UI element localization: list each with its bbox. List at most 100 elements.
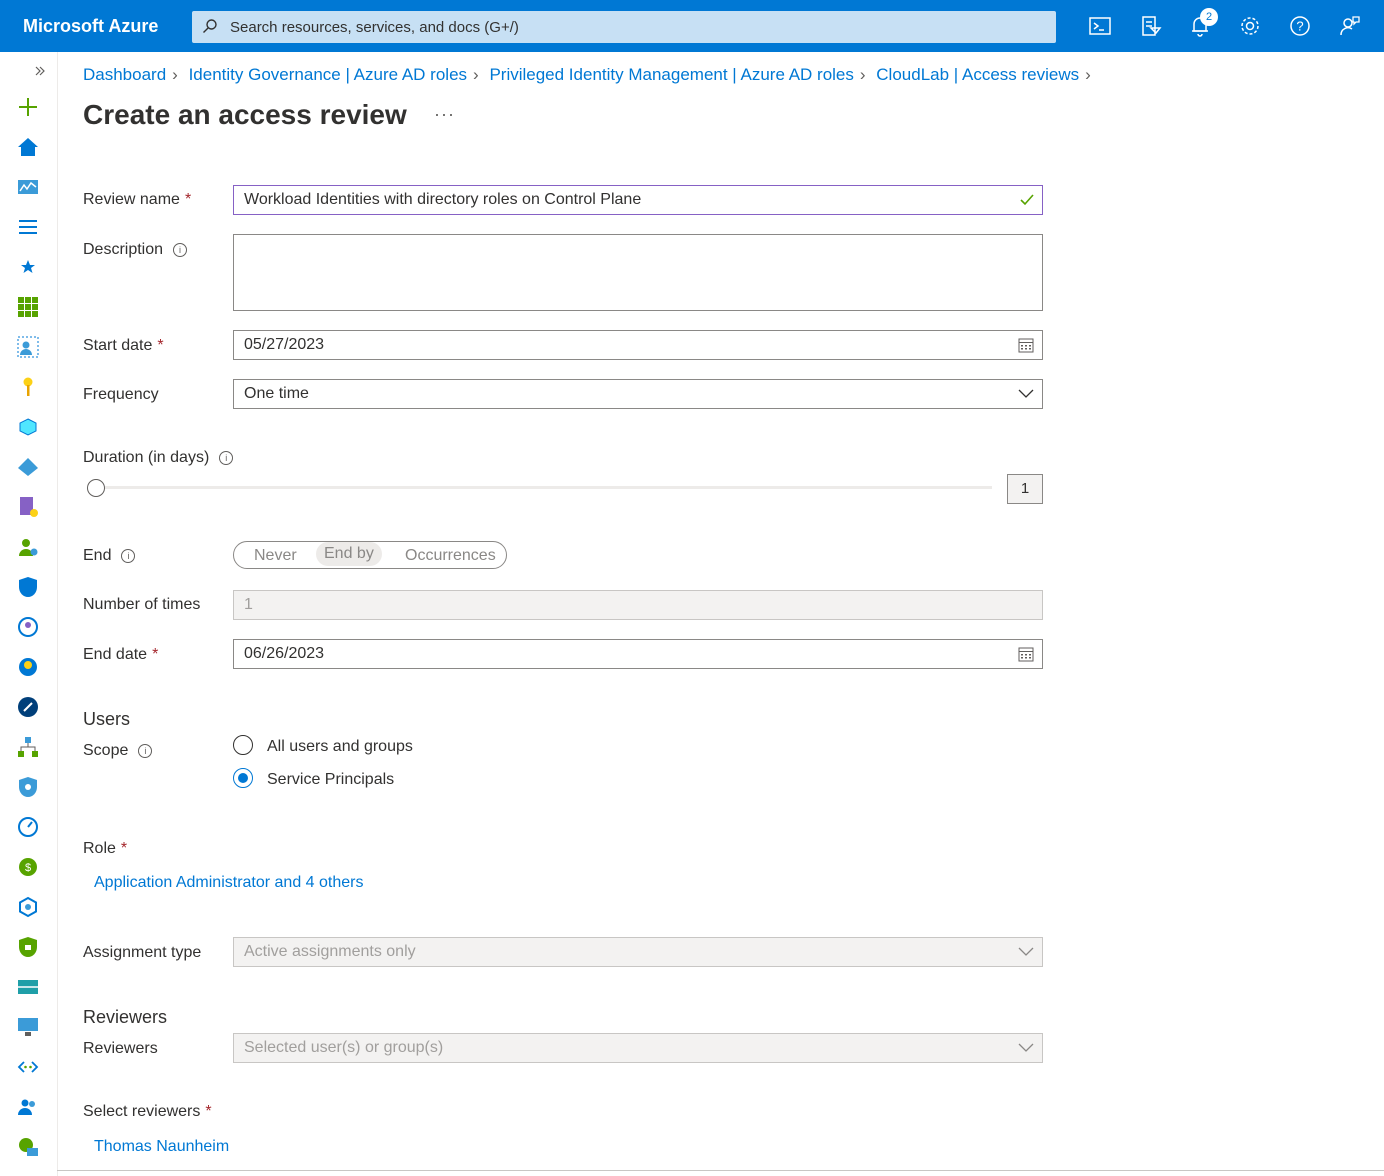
chevron-down-icon	[1018, 1043, 1034, 1052]
breadcrumb: Dashboard › Identity Governance | Azure A…	[83, 65, 1097, 85]
cost-management-icon[interactable]: $	[17, 856, 39, 878]
identity-badge-icon[interactable]	[17, 496, 39, 518]
description-textarea[interactable]	[233, 234, 1043, 311]
checkmark-icon	[1020, 194, 1034, 206]
lightbulb-icon[interactable]	[17, 656, 39, 678]
description-label: Description i	[83, 241, 188, 259]
review-name-label: Review name *	[83, 191, 192, 208]
virtual-machine-icon[interactable]	[17, 1016, 39, 1038]
duration-slider-thumb[interactable]	[87, 479, 105, 497]
key-icon[interactable]	[17, 376, 39, 398]
end-option-never[interactable]: Never	[254, 547, 297, 565]
selected-reviewer-link[interactable]: Thomas Naunheim	[94, 1138, 229, 1156]
end-option-occurrences[interactable]: Occurrences	[405, 547, 496, 565]
storage-icon[interactable]	[17, 976, 39, 998]
info-icon[interactable]: i	[121, 549, 136, 563]
create-resource-icon[interactable]	[17, 96, 39, 118]
calendar-icon[interactable]	[1018, 646, 1034, 662]
notification-badge: 2	[1200, 8, 1218, 26]
search-input[interactable]: Search resources, services, and docs (G+…	[230, 19, 519, 36]
container-icon[interactable]	[17, 416, 39, 438]
search-box[interactable]: Search resources, services, and docs (G+…	[192, 11, 1056, 43]
frequency-label: Frequency	[83, 386, 159, 403]
reviewers-dropdown: Selected user(s) or group(s)	[233, 1033, 1043, 1063]
number-of-times-input: 1	[233, 590, 1043, 620]
start-date-picker[interactable]: 05/27/2023	[233, 330, 1043, 360]
users-directory-icon[interactable]	[17, 336, 39, 358]
assignment-type-label: Assignment type	[83, 944, 202, 961]
top-bar: Microsoft Azure Search resources, servic…	[0, 0, 1384, 52]
end-option-end-by[interactable]: End by	[316, 542, 382, 566]
select-reviewers-label: Select reviewers *	[83, 1103, 212, 1120]
brand-title[interactable]: Microsoft Azure	[23, 16, 158, 37]
info-icon[interactable]: i	[138, 744, 153, 758]
review-name-input[interactable]: Workload Identities with directory roles…	[233, 185, 1043, 215]
all-services-icon[interactable]	[17, 216, 39, 238]
hierarchy-icon[interactable]	[17, 736, 39, 758]
role-label: Role *	[83, 840, 128, 857]
breadcrumb-pim[interactable]: Privileged Identity Management | Azure A…	[489, 65, 853, 84]
end-toggle-group: Never End by Occurrences	[233, 541, 507, 569]
defender-icon[interactable]	[17, 776, 39, 798]
home-icon[interactable]	[17, 136, 39, 158]
aad-diamond-icon[interactable]	[17, 456, 39, 478]
reviewers-label: Reviewers	[83, 1040, 158, 1057]
chevron-down-icon	[1018, 947, 1034, 956]
breadcrumb-access-reviews[interactable]: CloudLab | Access reviews	[876, 65, 1079, 84]
monitor-gauge-icon[interactable]	[17, 816, 39, 838]
reviewers-section-heading: Reviewers	[83, 1007, 168, 1027]
more-options-button[interactable]: ···	[434, 104, 455, 125]
all-resources-icon[interactable]	[17, 296, 39, 318]
dashboard-icon[interactable]	[17, 176, 39, 198]
expand-sidebar-icon[interactable]	[34, 65, 46, 77]
search-icon	[203, 19, 217, 33]
info-icon[interactable]: i	[173, 243, 188, 257]
end-date-label: End date *	[83, 646, 159, 663]
chevron-right-icon: ›	[1085, 65, 1091, 84]
scope-option-all-users-label[interactable]: All users and groups	[267, 738, 413, 756]
calendar-icon[interactable]	[1018, 337, 1034, 353]
sidebar: $	[0, 52, 58, 1176]
user-settings-icon[interactable]	[17, 536, 39, 558]
page-title: Create an access review	[83, 99, 407, 130]
gear-icon[interactable]	[1238, 14, 1262, 38]
identity-protection-icon[interactable]	[17, 616, 39, 638]
scope-label: Scope i	[83, 742, 153, 760]
breadcrumb-identity-governance[interactable]: Identity Governance | Azure AD roles	[189, 65, 467, 84]
chevron-down-icon	[1018, 389, 1034, 398]
duration-slider-track[interactable]	[96, 486, 992, 489]
shield-icon[interactable]	[17, 576, 39, 598]
chevron-right-icon: ›	[172, 65, 178, 84]
number-of-times-label: Number of times	[83, 596, 201, 613]
scope-radio-service-principals[interactable]	[233, 768, 253, 788]
scope-option-service-principals-label[interactable]: Service Principals	[267, 771, 394, 789]
hexagon-network-icon[interactable]	[17, 896, 39, 918]
assignment-type-dropdown: Active assignments only	[233, 937, 1043, 967]
directory-filter-icon[interactable]	[1138, 14, 1162, 38]
info-icon[interactable]: i	[219, 451, 234, 465]
start-date-label: Start date *	[83, 337, 164, 354]
scope-radio-all-users[interactable]	[233, 735, 253, 755]
duration-value-box[interactable]: 1	[1007, 474, 1043, 504]
groups-icon[interactable]	[17, 1096, 39, 1118]
cross-tenant-icon[interactable]	[17, 696, 39, 718]
role-selection-link[interactable]: Application Administrator and 4 others	[94, 874, 363, 892]
svg-text:$: $	[25, 862, 31, 874]
footer-divider	[57, 1170, 1384, 1171]
frequency-dropdown[interactable]: One time	[233, 379, 1043, 409]
svg-text:?: ?	[1296, 19, 1303, 34]
cloud-shell-icon[interactable]	[1088, 14, 1112, 38]
breadcrumb-dashboard[interactable]: Dashboard	[83, 65, 166, 84]
lock-shield-icon[interactable]	[17, 936, 39, 958]
help-icon[interactable]: ?	[1288, 14, 1312, 38]
end-label: End i	[83, 547, 136, 565]
security-settings-icon[interactable]	[17, 1136, 39, 1158]
feedback-icon[interactable]	[1338, 14, 1362, 38]
duration-label: Duration (in days) i	[83, 449, 234, 467]
end-date-picker[interactable]: 06/26/2023	[233, 639, 1043, 669]
chevron-right-icon: ›	[859, 65, 866, 84]
favorites-star-icon[interactable]	[17, 256, 39, 278]
chevron-right-icon: ›	[473, 65, 479, 84]
users-section-heading: Users	[83, 709, 131, 729]
api-connection-icon[interactable]	[17, 1056, 39, 1078]
